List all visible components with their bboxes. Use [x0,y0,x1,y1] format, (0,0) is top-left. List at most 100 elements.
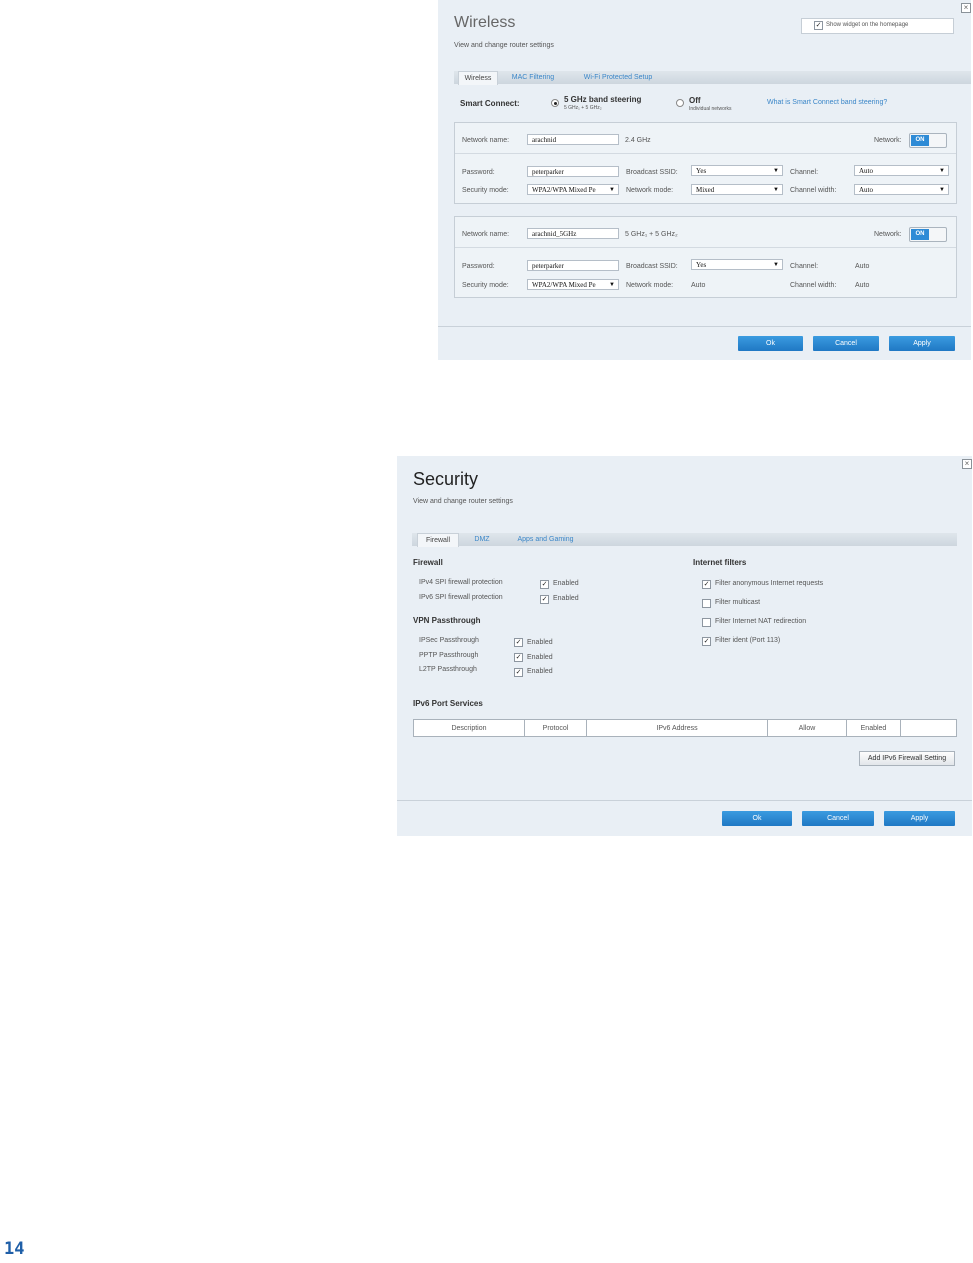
ipv6-spi-checkbox[interactable]: ✓ [540,595,549,604]
broadcast-ssid-label: Broadcast SSID: [626,263,678,270]
apply-button[interactable]: Apply [884,811,955,826]
tab-firewall[interactable]: Firewall [417,533,459,547]
password-input[interactable]: peterparker [527,166,619,177]
ipv6-port-table: Description Protocol IPv6 Address Allow … [413,719,957,737]
password-label: Password: [462,263,495,270]
l2tp-checkbox[interactable]: ✓ [514,668,523,677]
page-number: 14 [4,1239,25,1259]
channel-label: Channel: [790,263,819,270]
network-name-label: Network name: [462,231,510,238]
network-label: Network: [874,231,902,238]
toggle-on-label: ON [911,229,929,240]
channel-width-label: Channel width: [790,187,837,194]
tab-mac-filtering[interactable]: MAC Filtering [504,71,562,84]
network-name-label: Network name: [462,137,510,144]
filter-ident-label: Filter ident (Port 113) [715,637,781,644]
ipv4-spi-checkbox[interactable]: ✓ [540,580,549,589]
off-sub: Individual networks [689,106,732,112]
wireless-panel: × Wireless View and change router settin… [438,0,971,360]
network-name-input[interactable]: arachnid [527,134,619,145]
enabled-label: Enabled [527,668,553,675]
off-radio[interactable] [676,99,684,107]
network-mode-label: Network mode: [626,282,674,289]
network-name-input[interactable]: arachnid_5GHz [527,228,619,239]
band-steering-sub: 5 GHz₁ + 5 GHz₂ [564,105,602,111]
cancel-button[interactable]: Cancel [802,811,874,826]
ipv6-spi-label: IPv6 SPI firewall protection [419,594,503,601]
filter-nat-checkbox[interactable] [702,618,711,627]
network-mode-select[interactable]: Mixed ▼ [691,184,783,195]
filter-ident-checkbox[interactable]: ✓ [702,637,711,646]
vpn-heading: VPN Passthrough [413,616,481,625]
ipsec-label: IPSec Passthrough [419,637,479,644]
add-ipv6-firewall-button[interactable]: Add IPv6 Firewall Setting [859,751,955,766]
channel-width-value: Auto [855,282,870,289]
footer-divider [397,800,972,801]
network-2-4ghz-group: Network name: arachnid 2.4 GHz Network: … [454,122,957,204]
security-mode-label: Security mode: [462,282,509,289]
network-mode-label: Network mode: [626,187,674,194]
band-label: 5 GHz₁ + 5 GHz₂ [625,231,678,238]
column-header: Enabled [846,719,901,737]
security-mode-select[interactable]: WPA2/WPA Mixed Pe ▼ [527,184,619,195]
column-header: Description [413,719,525,737]
page-subtitle: View and change router settings [413,498,513,505]
smart-connect-label: Smart Connect: [460,99,520,108]
channel-width-select[interactable]: Auto ▼ [854,184,949,195]
band-steering-label: 5 GHz band steering [564,95,642,104]
widget-label: Show widget on the homepage [826,22,909,28]
security-mode-label: Security mode: [462,187,509,194]
enabled-label: Enabled [527,639,553,646]
cancel-button[interactable]: Cancel [813,336,879,351]
tab-bar: Wireless MAC Filtering Wi-Fi Protected S… [454,71,971,85]
column-header: IPv6 Address [586,719,768,737]
tab-wps[interactable]: Wi-Fi Protected Setup [570,71,666,84]
tab-apps-gaming[interactable]: Apps and Gaming [508,533,583,546]
channel-value: Auto [855,263,870,270]
band-label: 2.4 GHz [625,137,651,144]
pptp-label: PPTP Passthrough [419,652,479,659]
column-header-empty [900,719,957,737]
ipv4-spi-label: IPv4 SPI firewall protection [419,579,503,586]
channel-select[interactable]: Auto ▼ [854,165,949,176]
filter-multicast-label: Filter multicast [715,599,761,606]
footer-divider [438,326,971,327]
smart-connect-help-link[interactable]: What is Smart Connect band steering? [767,99,887,106]
network-5ghz-group: Network name: arachnid_5GHz 5 GHz₁ + 5 G… [454,216,957,298]
broadcast-ssid-select[interactable]: Yes ▼ [691,165,783,176]
password-input[interactable]: peterparker [527,260,619,271]
close-icon[interactable]: × [962,459,972,469]
filter-multicast-checkbox[interactable] [702,599,711,608]
close-icon[interactable]: × [961,3,971,13]
widget-box[interactable]: ✓ Show widget on the homepage [801,18,954,34]
broadcast-ssid-select[interactable]: Yes ▼ [691,259,783,270]
ipsec-checkbox[interactable]: ✓ [514,638,523,647]
l2tp-label: L2TP Passthrough [419,666,477,673]
firewall-heading: Firewall [413,558,443,567]
enabled-label: Enabled [553,595,579,602]
enabled-label: Enabled [553,580,579,587]
security-mode-select[interactable]: WPA2/WPA Mixed Pe ▼ [527,279,619,290]
off-label: Off [689,96,701,105]
apply-button[interactable]: Apply [889,336,955,351]
band-steering-radio[interactable] [551,99,559,107]
network-toggle[interactable]: ON [909,227,947,242]
pptp-checkbox[interactable]: ✓ [514,653,523,662]
channel-label: Channel: [790,169,819,176]
column-header: Allow [767,719,847,737]
table-header-row: Description Protocol IPv6 Address Allow … [413,719,957,737]
tab-dmz[interactable]: DMZ [467,533,497,546]
page-title: Wireless [454,14,516,31]
ok-button[interactable]: Ok [722,811,792,826]
widget-checkbox[interactable]: ✓ [814,21,823,30]
enabled-label: Enabled [527,654,553,661]
page-subtitle: View and change router settings [454,42,554,49]
tab-wireless[interactable]: Wireless [458,71,498,85]
ok-button[interactable]: Ok [738,336,803,351]
channel-width-label: Channel width: [790,282,837,289]
password-label: Password: [462,169,495,176]
filter-anonymous-label: Filter anonymous Internet requests [715,580,824,587]
network-toggle[interactable]: ON [909,133,947,148]
tab-bar: Firewall DMZ Apps and Gaming [412,533,957,547]
filter-anonymous-checkbox[interactable]: ✓ [702,580,711,589]
